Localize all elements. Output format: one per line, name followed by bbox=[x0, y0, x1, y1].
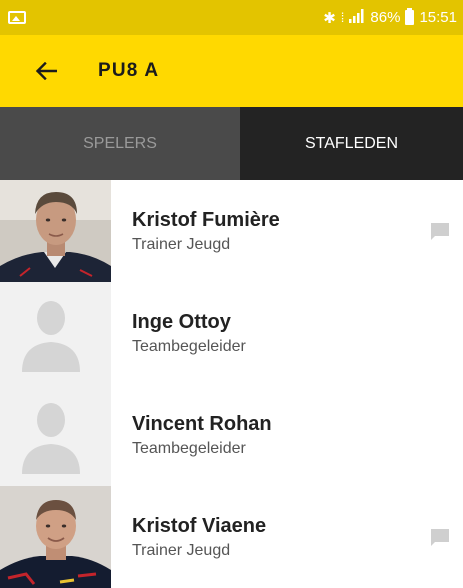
tab-bar: SPELERS STAFLEDEN bbox=[0, 107, 463, 180]
staff-row[interactable]: Kristof Fumière Trainer Jeugd bbox=[0, 180, 463, 282]
battery-level: 86% bbox=[370, 9, 401, 26]
row-text: Kristof Fumière Trainer Jeugd bbox=[132, 208, 280, 255]
row-text: Vincent Rohan Teambegeleider bbox=[132, 412, 272, 459]
status-right: ✱ ⁞ 86% 15:51 bbox=[323, 8, 457, 27]
status-bar: ✱ ⁞ 86% 15:51 bbox=[0, 0, 463, 35]
battery-icon bbox=[405, 8, 415, 25]
staff-name: Kristof Viaene bbox=[132, 514, 267, 537]
staff-row[interactable]: Kristof Viaene Trainer Jeugd bbox=[0, 486, 463, 588]
avatar bbox=[0, 486, 111, 588]
tab-spelers[interactable]: SPELERS bbox=[0, 107, 240, 180]
gallery-icon bbox=[8, 11, 26, 24]
page-title: PU8 A bbox=[98, 60, 160, 81]
app-bar: PU8 A bbox=[0, 35, 463, 107]
back-button[interactable] bbox=[24, 49, 68, 93]
clock: 15:51 bbox=[419, 9, 457, 26]
avatar-placeholder bbox=[0, 282, 111, 384]
signal-icon bbox=[349, 8, 365, 27]
staff-row[interactable]: Vincent Rohan Teambegeleider bbox=[0, 384, 463, 486]
row-text: Inge Ottoy Teambegeleider bbox=[132, 310, 246, 357]
avatar bbox=[0, 180, 111, 282]
row-text: Kristof Viaene Trainer Jeugd bbox=[132, 514, 266, 561]
arrow-left-icon bbox=[35, 62, 57, 80]
message-icon[interactable] bbox=[429, 220, 451, 242]
avatar-placeholder bbox=[0, 384, 111, 486]
tab-stafleden[interactable]: STAFLEDEN bbox=[240, 107, 463, 180]
staff-name: Vincent Rohan bbox=[132, 412, 272, 435]
staff-role: Trainer Jeugd bbox=[132, 235, 231, 253]
bluetooth-icon: ✱ bbox=[323, 9, 336, 27]
staff-name: Kristof Fumière bbox=[132, 208, 280, 231]
staff-row[interactable]: Inge Ottoy Teambegeleider bbox=[0, 282, 463, 384]
staff-role: Teambegeleider bbox=[132, 439, 246, 457]
status-left bbox=[8, 11, 26, 24]
message-icon[interactable] bbox=[429, 526, 451, 548]
staff-role: Trainer Jeugd bbox=[132, 541, 231, 559]
staff-list: Kristof Fumière Trainer Jeugd Inge Ottoy… bbox=[0, 180, 463, 588]
staff-role: Teambegeleider bbox=[132, 337, 246, 355]
vibrate-icon: ⁞ bbox=[340, 10, 345, 25]
staff-name: Inge Ottoy bbox=[132, 310, 231, 333]
